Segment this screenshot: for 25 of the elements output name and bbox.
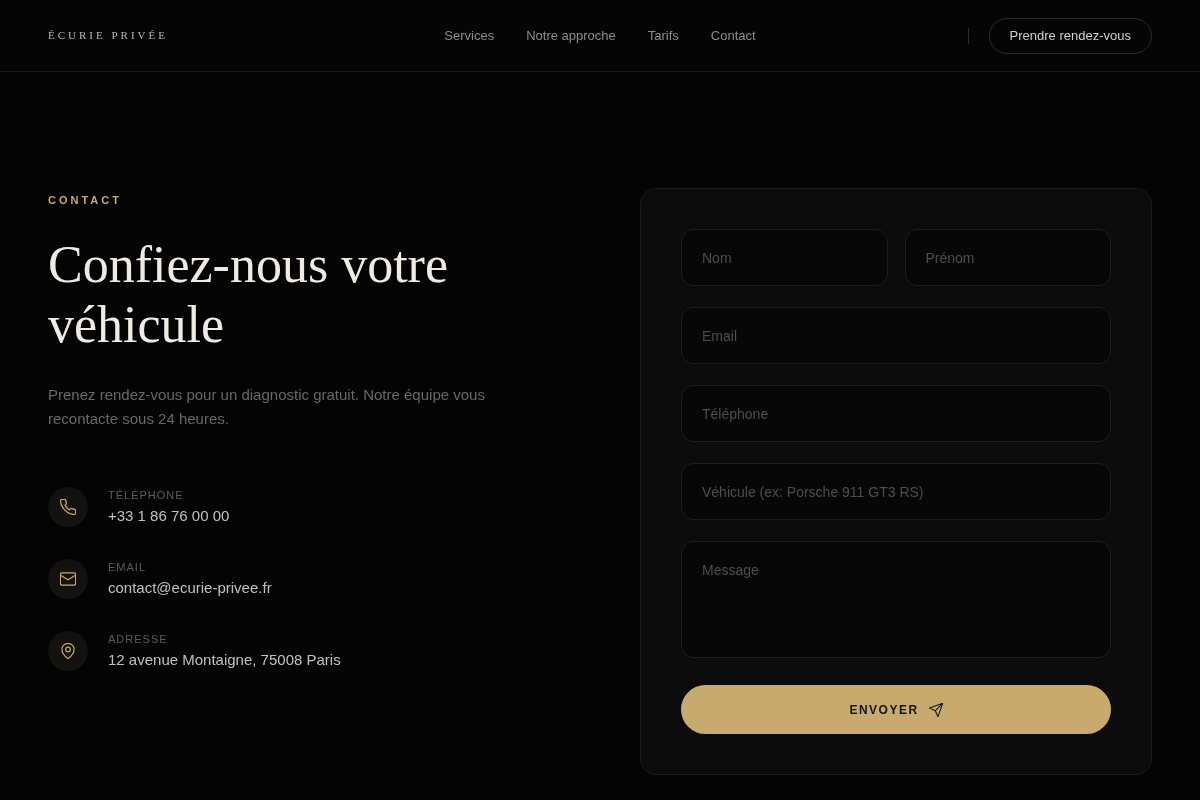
map-pin-icon: [48, 630, 88, 671]
contact-value: +33 1 86 76 00 00: [108, 505, 230, 526]
envelope-icon: [48, 558, 88, 599]
contact-value: contact@ecurie-privee.fr: [108, 577, 272, 598]
nav-link[interactable]: Contact: [710, 25, 756, 46]
input-field[interactable]: Email: [681, 307, 1111, 364]
nav-link[interactable]: Tarifs: [647, 25, 679, 46]
message-field[interactable]: Message: [681, 541, 1111, 658]
send-button[interactable]: ENVOYER: [681, 685, 1111, 734]
input-field[interactable]: Téléphone: [681, 385, 1111, 442]
section-label: CONTACT: [48, 193, 123, 208]
intro-text: Prenez rendez-vous pour un diagnostic gratuit. Notre équipe vous recontacte sous 24 heures.: [48, 384, 486, 429]
input-field[interactable]: Nom: [681, 229, 888, 286]
send-icon: [928, 702, 943, 717]
contact-label: TÉLÉPHONE: [108, 487, 185, 502]
contact-value: 12 avenue Montaigne, 75008 Paris: [108, 649, 341, 670]
contact-label: ADRESSE: [108, 631, 169, 646]
nav-link[interactable]: Notre approche: [526, 25, 616, 46]
nav-link[interactable]: Services: [444, 25, 495, 46]
brand-logo[interactable]: ÉCURIE PRIVÉE: [48, 27, 168, 44]
contact-label: EMAIL: [108, 559, 147, 574]
input-field[interactable]: Prénom: [904, 229, 1111, 286]
input-field[interactable]: Véhicule (ex: Porsche 911 GT3 RS): [681, 463, 1111, 520]
page-heading: Confiez-nous votre véhicule: [48, 234, 449, 355]
phone-icon: [48, 486, 88, 527]
